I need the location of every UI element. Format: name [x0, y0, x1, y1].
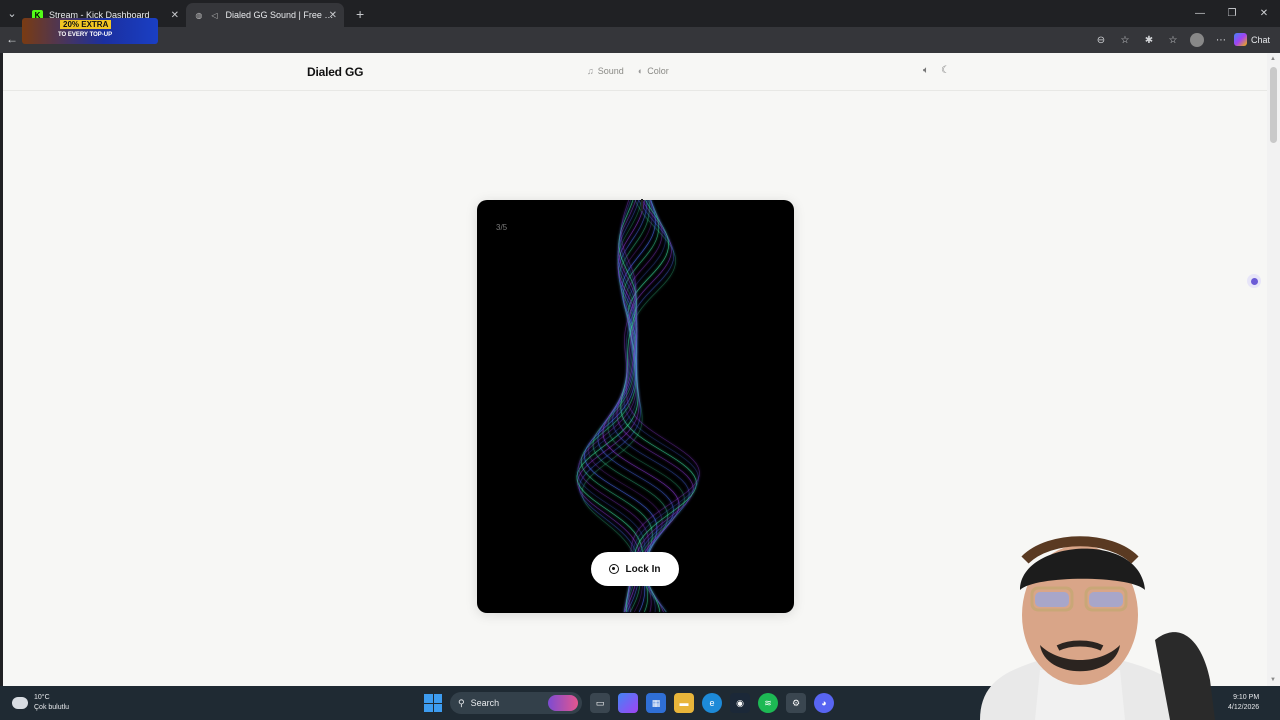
weather-desc: Çok bulutlu [34, 704, 70, 711]
steam-icon[interactable]: ◉ [730, 693, 750, 713]
brand-logo[interactable]: Dialed GG [307, 65, 363, 79]
close-tab-icon[interactable]: ✕ [329, 10, 337, 21]
store-icon[interactable]: ▦ [646, 693, 666, 713]
moon-icon[interactable]: ☾ [941, 65, 950, 76]
volume-icon[interactable]: 🔈︎ [923, 65, 929, 76]
music-note-icon: ♫ [587, 66, 594, 76]
nav-label: Color [647, 66, 669, 76]
toolbar-icons: ⊖ ☆ ✱ ☆ ⋯ [1094, 33, 1228, 47]
weather-widget[interactable]: 10°C Çok bulutlu [12, 693, 69, 713]
step-counter: 3/5 [496, 223, 508, 232]
back-arrow-icon[interactable]: ← [6, 32, 18, 46]
tab-search-icon[interactable]: ⌄ [0, 0, 24, 27]
close-tab-icon[interactable]: ✕ [171, 10, 179, 21]
target-icon [609, 564, 620, 574]
visualizer-card: 3/5 Lock In [477, 200, 794, 613]
window-controls: — ❐ ✕ [1184, 0, 1280, 27]
wave-line [578, 200, 675, 613]
wave-line [618, 200, 697, 613]
search-highlight-icon [548, 695, 578, 711]
chat-label: Chat [1250, 34, 1270, 45]
cloud-icon [12, 697, 28, 709]
search-icon: ⚲ [458, 697, 465, 708]
main-nav: ♫ Sound ◐ Color [587, 66, 669, 76]
lock-in-label: Lock In [625, 563, 661, 575]
extensions-icon[interactable]: ✱ [1142, 33, 1156, 47]
copilot-app-icon[interactable] [618, 693, 638, 713]
more-horizontal-circle-icon[interactable]: ⊖ [1094, 33, 1108, 47]
taskbar-apps: ⚲ Search ▭ ▦ ▬ e ◉ ≋ ⚙ ◕ [424, 692, 834, 714]
clock-date: 4/12/2026 [1228, 704, 1260, 711]
search-label: Search [470, 698, 500, 708]
clock-time: 9:10 PM [1233, 694, 1260, 701]
tab-title: Dialed GG Sound | Free Sound [225, 10, 336, 20]
star-icon[interactable]: ☆ [1118, 33, 1132, 47]
discord-icon[interactable]: ◕ [814, 693, 834, 713]
edge-browser-icon[interactable]: e [702, 693, 722, 713]
site-header: Dialed GG ♫ Sound ◐ Color 🔈︎ ☾ [3, 53, 1267, 91]
floating-assistant-icon[interactable] [1247, 274, 1261, 288]
palette-icon: ◐ [637, 66, 644, 76]
wave-line [612, 200, 690, 613]
promo-banner[interactable]: 20% EXTRA TO EVERY TOP-UP [22, 18, 158, 44]
new-tab-button[interactable]: + [356, 6, 364, 22]
nav-color[interactable]: ◐ Color [638, 66, 669, 76]
app-gear-icon[interactable]: ⚙ [786, 693, 806, 713]
scroll-up-icon[interactable]: ▲ [1270, 56, 1276, 62]
favorites-icon[interactable]: ☆ [1166, 33, 1180, 47]
nav-label: Sound [597, 66, 624, 76]
tab-dialed-gg[interactable]: ◍ ◁ Dialed GG Sound | Free Sound ✕ [186, 3, 344, 27]
scroll-down-icon[interactable]: ▼ [1270, 677, 1276, 683]
menu-dots-icon[interactable]: ⋯ [1214, 33, 1228, 47]
windows-start-icon[interactable] [424, 694, 442, 712]
promo-headline: 20% EXTRA [60, 20, 112, 29]
wave-line [576, 200, 666, 613]
copilot-icon [1233, 33, 1247, 46]
spotify-icon[interactable]: ≋ [758, 693, 778, 713]
speaker-icon: ◁ [211, 10, 218, 20]
page-scrollbar[interactable]: ▲ ▼ [1267, 53, 1280, 686]
wave-line [592, 200, 669, 613]
scrollbar-thumb[interactable] [1270, 67, 1277, 143]
browser-tab-bar: ⌄ K Stream - Kick Dashboard ✕ ◍ ◁ Dialed… [0, 0, 1280, 27]
header-icons: 🔈︎ ☾ [923, 65, 950, 76]
mouse-cursor [641, 199, 643, 211]
system-clock[interactable]: 9:10 PM 4/12/2026 [1228, 693, 1259, 713]
browser-toolbar: ← ⊖ ☆ ✱ ☆ ⋯ Chat [0, 27, 1280, 53]
nav-sound[interactable]: ♫ Sound [587, 66, 624, 76]
file-explorer-icon[interactable]: ▬ [674, 693, 694, 713]
minimize-icon[interactable]: — [1184, 8, 1216, 19]
wave-line [620, 200, 700, 613]
lock-in-button[interactable]: Lock In [591, 552, 679, 586]
promo-subline: TO EVERY TOP-UP [58, 32, 113, 38]
taskbar-search[interactable]: ⚲ Search [450, 692, 582, 714]
task-view-icon[interactable]: ▭ [590, 693, 610, 713]
restore-icon[interactable]: ❐ [1216, 8, 1248, 19]
weather-temp: 10°C [34, 694, 50, 701]
profile-avatar[interactable] [1190, 33, 1204, 47]
globe-icon: ◍ [195, 10, 203, 20]
streamer-webcam-image [980, 536, 1215, 720]
copilot-chat-button[interactable]: Chat [1233, 33, 1270, 46]
close-window-icon[interactable]: ✕ [1248, 8, 1280, 19]
webcam-overlay [940, 520, 1220, 720]
